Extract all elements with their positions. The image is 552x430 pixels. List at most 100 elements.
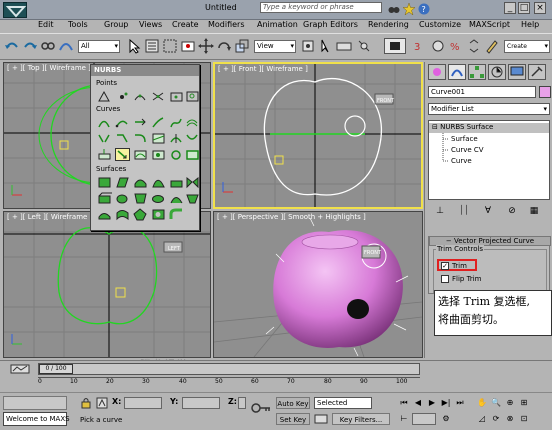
cv-surface-icon[interactable] <box>97 176 112 189</box>
fillet-surface-icon[interactable] <box>169 208 184 221</box>
key-icon[interactable] <box>314 413 328 425</box>
minimize-button[interactable]: _ <box>504 2 516 14</box>
pan-icon[interactable]: ✋ <box>476 397 488 409</box>
flip-trim-checkbox[interactable] <box>441 275 449 283</box>
edit-named-selection-icon[interactable] <box>484 38 500 54</box>
configure-sets-icon[interactable]: ▦ <box>528 205 540 217</box>
undo-icon[interactable] <box>4 38 20 54</box>
hierarchy-tab-icon[interactable] <box>468 64 486 80</box>
blend-curve-icon[interactable] <box>169 116 184 129</box>
extrude-surface-icon[interactable] <box>97 192 112 205</box>
menu-maxscript[interactable]: MAXScript <box>469 20 510 29</box>
percent-snap-icon[interactable]: 3 <box>412 38 428 54</box>
menu-tools[interactable]: Tools <box>68 20 88 29</box>
next-frame-icon[interactable]: ▶| <box>440 397 452 409</box>
blend-surface-icon[interactable] <box>151 176 166 189</box>
point-curve-create-icon[interactable] <box>115 116 130 129</box>
ruled-surface-icon[interactable] <box>133 192 148 205</box>
window-crossing-icon[interactable] <box>180 38 196 54</box>
left-viewport[interactable]: LEFT [ + ][ Left ][ Wireframe ] <box>3 211 211 358</box>
object-color-swatch[interactable] <box>539 86 551 98</box>
named-selection-set-dropdown[interactable]: Create <box>504 40 550 53</box>
one-rail-sweep-icon[interactable] <box>97 208 112 221</box>
multisided-blend-icon[interactable] <box>133 208 148 221</box>
create-tab-icon[interactable] <box>428 64 446 80</box>
z-coord-field[interactable] <box>238 397 246 409</box>
redo-icon[interactable] <box>22 38 38 54</box>
pivot-icon[interactable] <box>300 38 316 54</box>
u-loft-surface-icon[interactable] <box>169 192 184 205</box>
make-unique-icon[interactable]: ∀ <box>482 205 494 217</box>
surface-edge-curve-icon[interactable] <box>185 148 200 161</box>
star-icon[interactable] <box>402 2 416 16</box>
rect-selection-icon[interactable] <box>162 38 178 54</box>
transform-curve-icon[interactable] <box>151 116 166 129</box>
motion-tab-icon[interactable] <box>488 64 506 80</box>
transform-surface-icon[interactable] <box>133 176 148 189</box>
offset-surface-icon[interactable] <box>169 176 184 189</box>
keyboard-shortcut-icon[interactable] <box>336 38 352 54</box>
point-curve-curve-icon[interactable] <box>151 90 166 103</box>
front-viewport[interactable]: FRONT [ + ][ Front ][ Wireframe ] <box>213 62 423 209</box>
offset-curve-icon[interactable] <box>185 116 200 129</box>
field-of-view-icon[interactable]: ◿ <box>476 413 488 425</box>
search-input[interactable]: Type a keyword or phrase <box>260 2 382 13</box>
absolute-mode-icon[interactable] <box>96 397 108 409</box>
point-curve-icon[interactable] <box>133 90 148 103</box>
u-iso-curve-icon[interactable] <box>169 132 184 145</box>
set-key-button[interactable]: Set Key <box>276 413 310 425</box>
time-slider[interactable]: 0 / 100 <box>38 363 420 375</box>
trim-checkbox[interactable]: ✓ <box>441 262 449 270</box>
menu-rendering[interactable]: Rendering <box>368 20 409 29</box>
perspective-viewport-label[interactable]: [ + ][ Perspective ][ Smooth + Highlight… <box>217 213 366 221</box>
point-curve-on-surface-icon[interactable] <box>151 148 166 161</box>
menu-graph-editors[interactable]: Graph Editors <box>303 20 358 29</box>
auto-key-button[interactable]: Auto Key <box>276 397 310 409</box>
y-coord-field[interactable] <box>182 397 220 409</box>
maxscript-mini-listener[interactable]: Welcome to MAXS <box>3 412 70 426</box>
vector-projected-curve-icon[interactable] <box>115 148 130 161</box>
lathe-surface-icon[interactable] <box>115 192 130 205</box>
front-viewport-label[interactable]: [ + ][ Front ][ Wireframe ] <box>218 65 308 73</box>
nurbs-toolbox-title[interactable]: NURBS <box>91 65 199 76</box>
cap-surface-icon[interactable] <box>151 192 166 205</box>
rotate-icon[interactable] <box>216 38 232 54</box>
menu-help[interactable]: Help <box>521 20 539 29</box>
select-by-name-icon[interactable] <box>144 38 160 54</box>
cv-curve-on-surface-icon[interactable] <box>133 148 148 161</box>
utilities-tab-icon[interactable] <box>528 64 546 80</box>
snap-toggle-icon[interactable] <box>356 38 372 54</box>
point-create-icon[interactable] <box>97 90 112 103</box>
previous-frame-icon[interactable]: ◀ <box>412 397 424 409</box>
key-mode-dropdown[interactable]: Selected <box>314 397 372 409</box>
display-tab-icon[interactable] <box>508 64 526 80</box>
bind-space-warp-icon[interactable] <box>58 38 74 54</box>
go-to-start-icon[interactable]: ⏮ <box>398 397 410 409</box>
menu-group[interactable]: Group <box>104 20 128 29</box>
orbit-icon[interactable]: ⊗ <box>504 413 516 425</box>
maxscript-listener-field[interactable] <box>3 396 67 410</box>
normal-projected-curve-icon[interactable] <box>97 148 112 161</box>
pin-stack-icon[interactable]: ⊥ <box>434 205 446 217</box>
spinner-icon[interactable] <box>466 38 482 54</box>
angle-snap-icon[interactable] <box>384 38 406 54</box>
scale-icon[interactable] <box>234 38 250 54</box>
fillet-curve-icon[interactable] <box>133 132 148 145</box>
top-viewport-label[interactable]: [ + ][ Top ][ Wireframe ] <box>7 64 91 72</box>
uv-loft-surface-icon[interactable] <box>185 192 200 205</box>
time-slider-thumb[interactable]: 0 / 100 <box>39 364 73 374</box>
help-question-icon[interactable]: ? <box>418 3 430 15</box>
menu-views[interactable]: Views <box>139 20 162 29</box>
point-surface-create-icon[interactable] <box>115 176 130 189</box>
current-frame-field[interactable] <box>412 413 436 425</box>
maximize-viewport-icon[interactable]: ⊡ <box>518 413 530 425</box>
modify-tab-icon[interactable] <box>448 64 466 80</box>
surface-surface-intersection-icon[interactable] <box>151 132 166 145</box>
point-offset-icon[interactable] <box>115 90 130 103</box>
binoculars-icon[interactable] <box>388 3 400 15</box>
menu-customize[interactable]: Customize <box>419 20 461 29</box>
spinner-snap-icon[interactable] <box>430 38 446 54</box>
timeline-ruler[interactable]: 0 10 20 30 40 50 60 70 80 90 100 <box>38 377 420 389</box>
menu-create[interactable]: Create <box>172 20 199 29</box>
perspective-viewport[interactable]: FRONT [ + ][ Perspective ][ Smooth + Hig… <box>213 211 423 358</box>
